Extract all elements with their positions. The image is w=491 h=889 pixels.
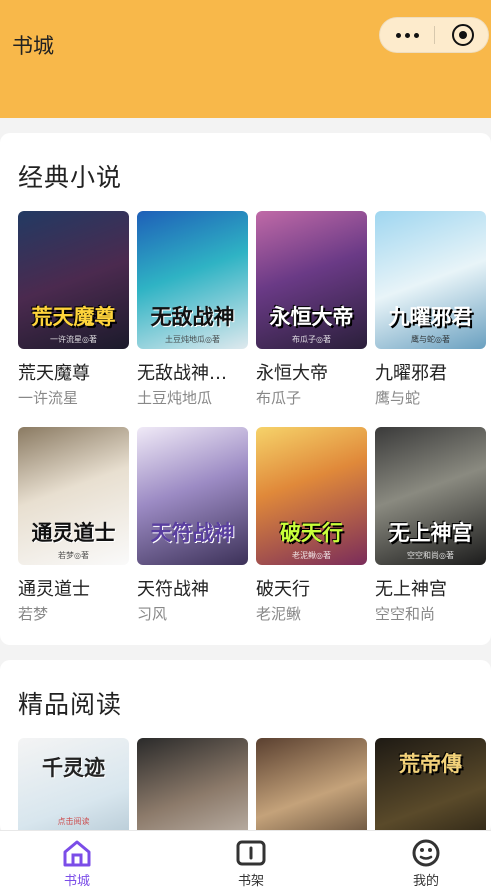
book-title: 无敌战神… xyxy=(137,363,227,384)
book-cover[interactable]: 天符战神 xyxy=(137,427,248,565)
book-title: 天符战神 xyxy=(137,579,209,600)
book-cover[interactable]: 无上神宫 空空和尚◎著 xyxy=(375,427,486,565)
cover-title: 无敌战神 xyxy=(150,305,235,329)
cover-title: 千灵迹 xyxy=(42,756,105,780)
book-item[interactable]: 荒天魔尊 一许流星◎著 荒天魔尊 一许流星 xyxy=(18,211,129,407)
cover-title: 九曜邪君 xyxy=(388,305,473,329)
book-author: 土豆炖地瓜 xyxy=(137,389,213,407)
book-author: 若梦 xyxy=(18,605,49,623)
tab-label: 我的 xyxy=(412,874,439,889)
mini-program-capsule xyxy=(379,17,489,53)
book-item[interactable]: 天符战神 天符战神 习风 xyxy=(137,427,248,623)
book-item[interactable]: 通灵道士 若梦◎著 通灵道士 若梦 xyxy=(18,427,129,623)
book-author: 鹰与蛇 xyxy=(375,389,421,407)
header-bar: 书城 xyxy=(0,0,491,118)
section-title: 精品阅读 xyxy=(18,690,123,719)
tab-bookshelf[interactable]: 书架 xyxy=(201,831,301,889)
bottom-tab-bar: 书城 书架 我的 xyxy=(0,830,491,889)
book-item[interactable]: 九曜邪君 鹰与蛇◎著 九曜邪君 鹰与蛇 xyxy=(375,211,486,407)
cover-title: 永恒大帝 xyxy=(269,305,354,329)
cover-title: 通灵道士 xyxy=(31,521,116,545)
home-icon xyxy=(63,840,91,867)
tab-profile[interactable]: 我的 xyxy=(376,831,476,889)
dot-icon xyxy=(404,32,410,38)
cover-title: 荒天魔尊 xyxy=(31,305,116,329)
book-item[interactable]: 破天行 老泥鳅◎著 破天行 老泥鳅 xyxy=(256,427,367,623)
capsule-divider xyxy=(434,26,435,44)
tab-label: 书城 xyxy=(63,874,90,889)
book-cover[interactable]: 荒天魔尊 一许流星◎著 xyxy=(18,211,129,349)
cover-title: 破天行 xyxy=(280,521,343,545)
book-title: 九曜邪君 xyxy=(375,363,447,384)
section-title: 经典小说 xyxy=(18,163,123,192)
dot-icon xyxy=(413,32,419,38)
book-cover[interactable]: 破天行 老泥鳅◎著 xyxy=(256,427,367,565)
cover-author: 布瓜子◎著 xyxy=(292,335,331,344)
cover-author: 空空和尚◎著 xyxy=(407,551,454,560)
cover-author: 一许流星◎著 xyxy=(50,335,97,344)
section-premium-reading: 精品阅读 千灵迹 点击阅读 荒帝傳 xyxy=(0,660,491,876)
book-title: 荒天魔尊 xyxy=(18,363,90,384)
page-title: 书城 xyxy=(12,34,54,58)
book-author: 老泥鳅 xyxy=(256,605,302,623)
more-options-button[interactable] xyxy=(380,18,434,52)
book-title: 通灵道士 xyxy=(18,579,90,600)
cover-label: 点击阅读 xyxy=(57,817,90,826)
book-author: 习风 xyxy=(137,605,168,623)
book-cover[interactable]: 通灵道士 若梦◎著 xyxy=(18,427,129,565)
book-cover[interactable]: 无敌战神 土豆炖地瓜◎著 xyxy=(137,211,248,349)
book-title: 破天行 xyxy=(256,579,310,600)
book-author: 一许流星 xyxy=(18,389,79,407)
tab-label: 书架 xyxy=(237,874,264,889)
book-title: 永恒大帝 xyxy=(256,363,328,384)
book-title: 无上神宫 xyxy=(375,579,447,600)
section-classic-novels: 经典小说 荒天魔尊 一许流星◎著 荒天魔尊 一许流星 无敌战神 土豆炖地瓜◎著 … xyxy=(0,133,491,645)
book-cover[interactable]: 永恒大帝 布瓜子◎著 xyxy=(256,211,367,349)
bookshelf-icon xyxy=(236,840,266,866)
book-item[interactable]: 无敌战神 土豆炖地瓜◎著 无敌战神… 土豆炖地瓜 xyxy=(137,211,248,407)
cover-author: 若梦◎著 xyxy=(58,551,89,560)
book-cover[interactable]: 九曜邪君 鹰与蛇◎著 xyxy=(375,211,486,349)
cover-title: 无上神宫 xyxy=(388,521,473,545)
dot-icon xyxy=(395,32,401,38)
cover-title: 天符战神 xyxy=(150,521,235,545)
profile-icon xyxy=(412,839,440,867)
book-item[interactable]: 无上神宫 空空和尚◎著 无上神宫 空空和尚 xyxy=(375,427,486,623)
book-item[interactable]: 永恒大帝 布瓜子◎著 永恒大帝 布瓜子 xyxy=(256,211,367,407)
book-author: 空空和尚 xyxy=(375,605,436,623)
book-author: 布瓜子 xyxy=(256,389,302,407)
cover-author: 老泥鳅◎著 xyxy=(292,551,331,560)
cover-author: 鹰与蛇◎著 xyxy=(411,335,450,344)
cover-title: 荒帝傳 xyxy=(399,752,462,776)
cover-author: 土豆炖地瓜◎著 xyxy=(165,335,220,344)
close-mini-program-button[interactable] xyxy=(452,24,474,46)
close-circle-icon xyxy=(459,31,467,39)
tab-bookstore[interactable]: 书城 xyxy=(27,831,127,889)
